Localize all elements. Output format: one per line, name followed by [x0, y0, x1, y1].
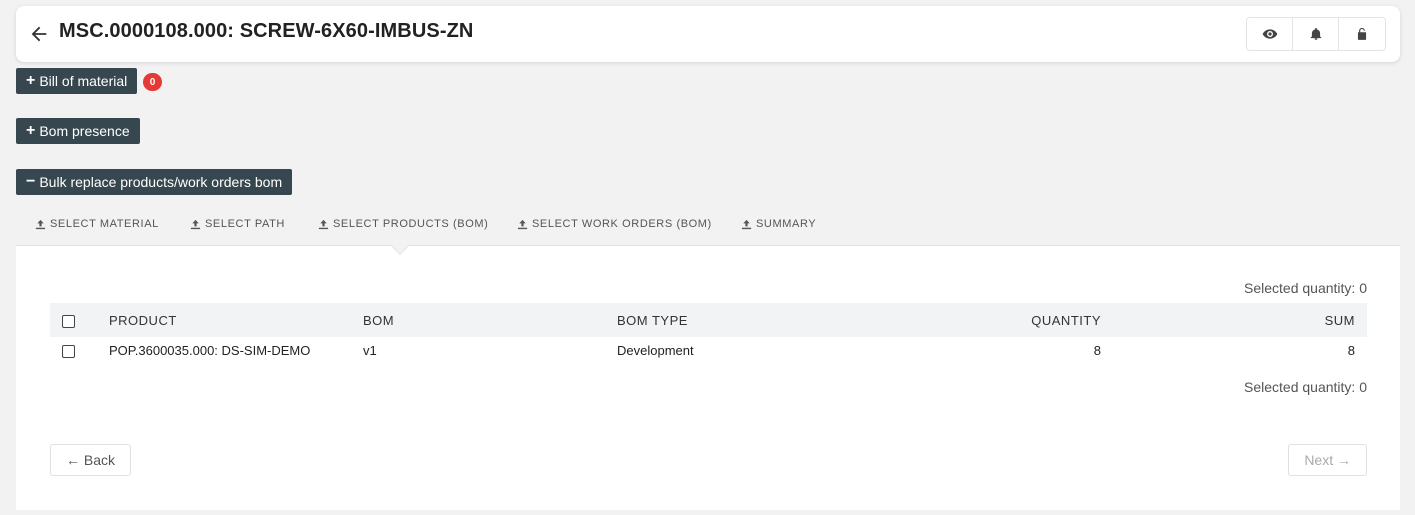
products-table: PRODUCT BOM BOM TYPE QUANTITY SUM POP.36… — [50, 303, 1367, 363]
tab-label: SELECT PATH — [205, 218, 285, 230]
bill-of-material-label: Bill of material — [39, 73, 128, 89]
count-badge: 0 — [143, 73, 162, 91]
tab-label: SELECT PRODUCTS (BOM) — [333, 218, 489, 230]
lock-button[interactable] — [1339, 18, 1385, 50]
upload-icon — [190, 219, 201, 229]
active-tab-pointer — [391, 245, 409, 254]
bom-presence-toggle[interactable]: + Bom presence — [16, 118, 140, 144]
upload-icon — [741, 219, 752, 229]
upload-icon — [517, 219, 528, 229]
column-header-sum[interactable]: SUM — [1101, 303, 1367, 337]
cell-quantity: 8 — [1093, 342, 1101, 358]
plus-icon: + — [26, 122, 36, 139]
bulk-replace-toggle[interactable]: − Bulk replace products/work orders bom — [16, 169, 293, 195]
cell-bom: v1 — [363, 342, 377, 358]
tab-summary[interactable]: SUMMARY — [741, 218, 816, 230]
eye-icon — [1262, 29, 1277, 39]
header-actions — [1246, 17, 1386, 51]
page-header: MSC.0000108.000: SCREW-6X60-IMBUS-ZN — [16, 6, 1400, 62]
column-header-bom-type[interactable]: BOM TYPE — [617, 303, 917, 337]
cell-sum: 8 — [1347, 342, 1355, 358]
back-button[interactable]: ← Back — [50, 444, 132, 476]
next-button[interactable]: Next → — [1288, 444, 1367, 476]
minus-icon: − — [26, 173, 36, 190]
watch-button[interactable] — [1247, 18, 1293, 50]
bill-of-material-toggle[interactable]: + Bill of material — [16, 68, 138, 94]
bom-presence-label: Bom presence — [39, 123, 130, 139]
cell-product: POP.3600035.000: DS-SIM-DEMO — [109, 342, 311, 358]
row-checkbox[interactable] — [62, 344, 75, 358]
select-all-checkbox[interactable] — [62, 314, 75, 328]
tab-label: SELECT WORK ORDERS (BOM) — [532, 218, 712, 230]
wizard-tabs: SELECT MATERIAL SELECT PATH SELECT PRODU… — [16, 208, 1400, 246]
table-row[interactable]: POP.3600035.000: DS-SIM-DEMO v1 Developm… — [50, 337, 1367, 363]
column-header-product[interactable]: PRODUCT — [109, 303, 363, 337]
page-title: MSC.0000108.000: SCREW-6X60-IMBUS-ZN — [59, 20, 474, 42]
cell-bom-type: Development — [617, 342, 694, 358]
selected-quantity-bottom: Selected quantity: 0 — [1244, 379, 1367, 395]
notifications-button[interactable] — [1293, 18, 1339, 50]
back-arrow-icon[interactable] — [28, 23, 50, 45]
tab-select-work-orders-bom[interactable]: SELECT WORK ORDERS (BOM) — [517, 218, 712, 230]
tab-select-material[interactable]: SELECT MATERIAL — [35, 218, 159, 230]
upload-icon — [318, 219, 329, 229]
step-content-panel — [16, 246, 1400, 510]
column-header-quantity[interactable]: QUANTITY — [917, 303, 1101, 337]
table-header-row: PRODUCT BOM BOM TYPE QUANTITY SUM — [50, 303, 1367, 337]
column-header-bom[interactable]: BOM — [363, 303, 617, 337]
plus-icon: + — [26, 72, 36, 89]
upload-icon — [35, 219, 46, 229]
tab-label: SELECT MATERIAL — [50, 218, 159, 230]
selected-quantity-top: Selected quantity: 0 — [1244, 280, 1367, 296]
tab-select-path[interactable]: SELECT PATH — [190, 218, 285, 230]
tab-select-products-bom[interactable]: SELECT PRODUCTS (BOM) — [318, 218, 488, 230]
unlock-icon — [1357, 27, 1367, 40]
bell-icon — [1310, 28, 1321, 40]
tab-label: SUMMARY — [756, 218, 817, 230]
bulk-replace-label: Bulk replace products/work orders bom — [39, 174, 283, 190]
